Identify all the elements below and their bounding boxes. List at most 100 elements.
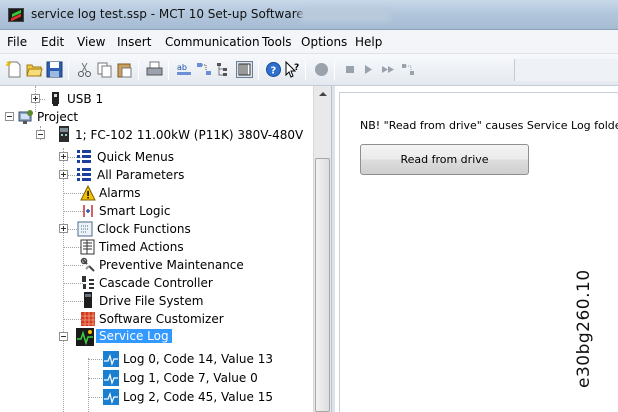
tree-item-log[interactable]: Log 1, Code 7, Value 0 [0, 369, 310, 387]
tree-item-all-parameters[interactable]: All Parameters [0, 166, 310, 184]
collapse-toggle[interactable] [5, 112, 14, 121]
tree-label: Preventive Maintenance [99, 258, 244, 272]
tree-item-timed-actions[interactable]: Timed Actions [0, 238, 310, 256]
collapse-toggle[interactable] [59, 332, 68, 341]
tree-item-service-log[interactable]: Service Log [0, 328, 310, 346]
scroll-up-arrow-icon[interactable] [314, 86, 331, 103]
tree-item-log[interactable]: Log 2, Code 45, Value 15 [0, 388, 310, 406]
collapse-toggle[interactable] [36, 130, 45, 139]
toolbar: ab ? ? [0, 54, 618, 86]
connect-icon[interactable] [400, 61, 417, 78]
tree-label: Log 0, Code 14, Value 13 [123, 352, 273, 366]
tree-item-alarms[interactable]: Alarms [0, 184, 310, 202]
tree-label: Clock Functions [97, 222, 191, 236]
tree-item-clock-functions[interactable]: Clock Functions [0, 220, 310, 238]
tree-connector [88, 359, 102, 360]
app-icon [8, 8, 24, 22]
open-icon[interactable] [26, 61, 43, 78]
cascade-controller-icon [82, 276, 94, 289]
tree-connector [88, 397, 102, 398]
svg-text:?: ? [271, 66, 277, 77]
menu-bar: File Edit View Insert Communication Tool… [0, 30, 618, 54]
menu-communication[interactable]: Communication [165, 35, 260, 49]
tree-icon[interactable] [216, 61, 233, 78]
paste-icon[interactable] [116, 61, 133, 78]
tree-item-smart-logic[interactable]: Smart Logic [0, 202, 310, 220]
toolbar-separator [138, 60, 139, 80]
tree-label: All Parameters [97, 168, 185, 182]
title-bar-blur [300, 8, 390, 22]
tree-label: 1; FC-102 11.00kW (P11K) 380V-480V [75, 128, 304, 142]
tree-item-usb[interactable]: USB 1 [0, 90, 310, 108]
ab-rename-icon[interactable]: ab [176, 61, 193, 78]
help-icon[interactable]: ? [265, 61, 282, 78]
tree-connector [88, 378, 102, 379]
read-from-drive-button[interactable]: Read from drive [360, 144, 529, 175]
scroll-thumb[interactable] [315, 158, 330, 412]
move-icon[interactable] [196, 61, 213, 78]
log-icon [103, 389, 119, 405]
quick-menus-icon [77, 150, 91, 163]
expand-toggle[interactable] [59, 170, 68, 179]
figure-id: e30bg260.10 [574, 269, 594, 388]
tree-item-cascade-controller[interactable]: Cascade Controller [0, 274, 310, 292]
menu-file[interactable]: File [7, 35, 27, 49]
software-customizer-icon [81, 312, 95, 326]
application-window: service log test.ssp - MCT 10 Set-up Sof… [0, 0, 618, 412]
stop-icon[interactable] [342, 61, 359, 78]
print-icon[interactable] [146, 61, 163, 78]
tree-item-preventive-maintenance[interactable]: Preventive Maintenance [0, 256, 310, 274]
tree-label: Log 2, Code 45, Value 15 [123, 390, 273, 404]
record-icon[interactable] [313, 61, 330, 78]
all-parameters-icon [77, 168, 91, 181]
tree-label: Alarms [99, 186, 141, 200]
tree-item-drive[interactable]: 1; FC-102 11.00kW (P11K) 380V-480V [0, 126, 310, 144]
project-icon [18, 110, 33, 124]
menu-help[interactable]: Help [355, 35, 382, 49]
title-bar[interactable]: service log test.ssp - MCT 10 Set-up Sof… [0, 0, 618, 30]
tree-label: Service Log [96, 329, 172, 343]
menu-insert[interactable]: Insert [117, 35, 151, 49]
context-help-icon[interactable]: ? [284, 61, 301, 78]
tree-label: Quick Menus [97, 150, 174, 164]
log-icon [103, 370, 119, 386]
menu-tools[interactable]: Tools [262, 35, 292, 49]
tree-item-drive-file-system[interactable]: Drive File System [0, 292, 310, 310]
service-log-icon [76, 328, 94, 346]
menu-edit[interactable]: Edit [41, 35, 64, 49]
play-icon[interactable] [360, 61, 377, 78]
tree-item-project[interactable]: Project [0, 108, 310, 126]
tree-label: Project [37, 110, 79, 124]
expand-toggle[interactable] [59, 152, 68, 161]
expand-toggle[interactable] [59, 224, 68, 233]
save-icon[interactable] [46, 61, 63, 78]
menu-options[interactable]: Options [301, 35, 347, 49]
new-icon[interactable] [6, 61, 23, 78]
smart-logic-icon [83, 205, 93, 217]
forward-icon[interactable] [380, 61, 397, 78]
cut-icon[interactable] [76, 61, 93, 78]
project-tree: USB 1 Project 1; FC-102 11.00kW (P11K) 3… [0, 86, 333, 412]
copy-icon[interactable] [96, 61, 113, 78]
tree-item-quick-menus[interactable]: Quick Menus [0, 148, 310, 166]
toolbar-separator [334, 60, 335, 80]
tree-item-software-customizer[interactable]: Software Customizer [0, 310, 310, 328]
tree-label: Log 1, Code 7, Value 0 [123, 371, 258, 385]
tree-item-log[interactable]: Log 0, Code 14, Value 13 [0, 350, 310, 368]
tree-label: Smart Logic [99, 204, 171, 218]
tree-scrollbar[interactable] [313, 86, 331, 412]
alarm-warning-icon [80, 185, 96, 201]
grid-view-icon[interactable] [236, 61, 253, 78]
log-icon [103, 351, 119, 367]
drive-icon [59, 126, 69, 142]
clock-functions-icon [77, 221, 93, 237]
toolbar-separator [68, 60, 69, 80]
menu-view[interactable]: View [77, 35, 105, 49]
tree-label: Cascade Controller [99, 276, 213, 290]
svg-text:?: ? [294, 63, 299, 73]
toolbar-extension-area [514, 59, 618, 81]
expand-toggle[interactable] [31, 94, 40, 103]
timed-actions-icon [80, 239, 95, 255]
wrench-icon [80, 257, 95, 272]
tree-label: Software Customizer [99, 312, 224, 326]
